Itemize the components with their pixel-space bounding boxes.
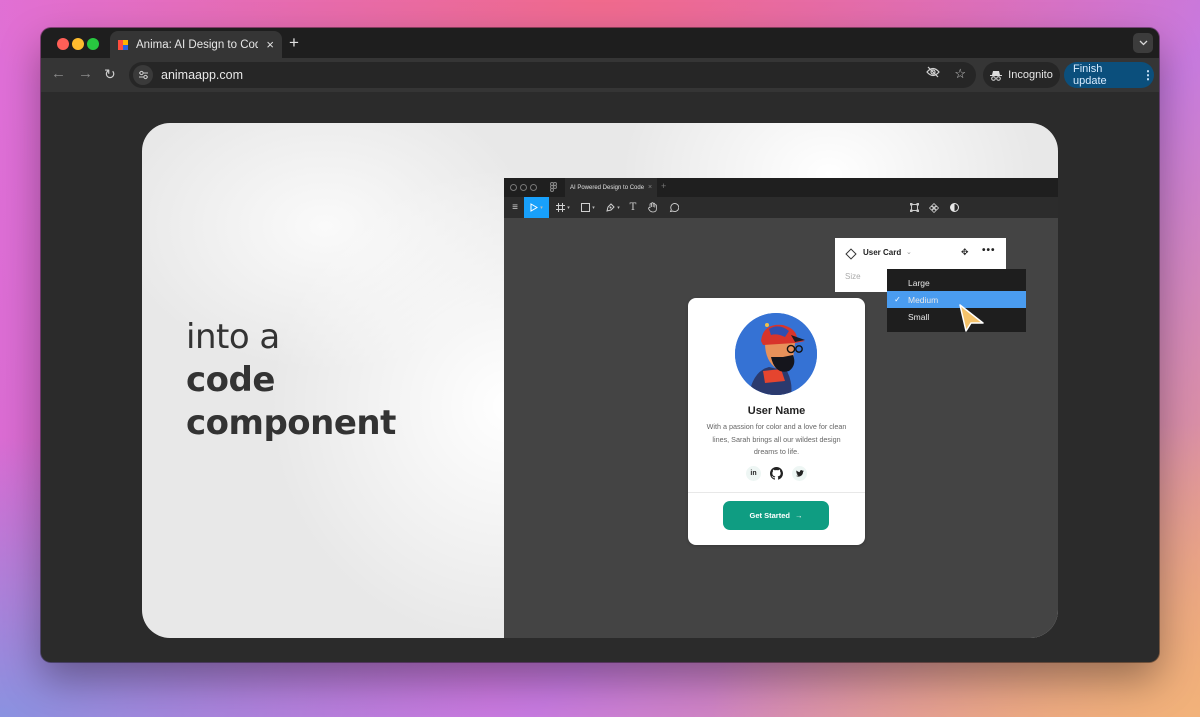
url-text[interactable]: animaapp.com	[161, 68, 243, 82]
browser-window: Anima: AI Design to Code | Fig × + ← → ↻…	[41, 28, 1159, 662]
figma-titlebar: AI Powered Design to Code × +	[504, 178, 1058, 197]
chevron-down-icon	[1139, 40, 1147, 46]
figma-new-tab-icon[interactable]: +	[661, 181, 666, 191]
card-divider	[688, 492, 865, 493]
page-viewport: into a code component AI Powered Design …	[41, 92, 1159, 662]
figma-logo-icon	[550, 182, 557, 194]
frame-icon	[556, 203, 566, 212]
hero-line-code: code	[186, 360, 275, 400]
finish-update-button[interactable]: Finish update ⋮	[1064, 62, 1154, 88]
minimize-window-button[interactable]	[72, 38, 84, 50]
arrow-right-icon: →	[794, 511, 803, 520]
finish-update-label: Finish update	[1073, 63, 1107, 87]
tab-search-button[interactable]	[1133, 33, 1153, 53]
reload-button[interactable]: ↻	[104, 66, 116, 83]
social-links: in	[688, 466, 865, 481]
incognito-label: Incognito	[1008, 69, 1053, 81]
incognito-icon	[990, 70, 1003, 81]
browser-tab-active[interactable]: Anima: AI Design to Code | Fig ×	[110, 31, 282, 58]
component-frame-icon[interactable]	[907, 197, 921, 218]
more-menu-icon[interactable]: ⋮	[1142, 68, 1154, 82]
hero-line-component: component	[186, 403, 396, 443]
hand-tool-icon[interactable]	[646, 197, 660, 218]
size-property-label: Size	[845, 272, 861, 281]
anima-favicon-icon	[118, 39, 128, 50]
figma-tab-close-icon[interactable]: ×	[648, 184, 652, 191]
twitter-icon[interactable]	[792, 466, 807, 481]
component-instance-icon	[845, 248, 857, 260]
new-tab-button[interactable]: +	[289, 33, 299, 53]
option-label: Medium	[908, 294, 939, 305]
user-card: User Name With a passion for color and a…	[688, 298, 865, 545]
figma-file-title: AI Powered Design to Code	[570, 184, 645, 191]
github-icon[interactable]	[769, 466, 784, 481]
components-icon[interactable]	[927, 197, 941, 218]
hero-heading: into a code component	[186, 316, 396, 445]
back-button[interactable]: ←	[51, 65, 66, 82]
user-name: User Name	[747, 405, 806, 417]
figma-window-dot	[530, 184, 537, 191]
pen-icon	[606, 203, 615, 212]
incognito-button[interactable]: Incognito	[983, 62, 1060, 88]
get-started-label: Get Started	[749, 511, 790, 520]
tab-close-icon[interactable]: ×	[266, 37, 274, 52]
comment-tool-icon[interactable]	[667, 197, 681, 218]
chevron-down-icon[interactable]: ⌄	[906, 248, 912, 256]
mouse-cursor-icon	[959, 304, 984, 332]
pen-tool-button[interactable]: ▾	[603, 197, 623, 218]
site-info-icon[interactable]	[133, 65, 153, 85]
tab-title: Anima: AI Design to Code | Fig	[136, 38, 259, 51]
address-bar[interactable]: animaapp.com ☆	[129, 62, 976, 88]
move-tool-button[interactable]: ▾	[524, 197, 549, 218]
figma-editor-mockup: AI Powered Design to Code × + ≡ ▾ ▾ ▾ ▾ …	[504, 178, 1058, 638]
more-options-icon[interactable]: •••	[982, 245, 996, 256]
figma-toolbar: ≡ ▾ ▾ ▾ ▾ T	[504, 197, 1058, 218]
rectangle-icon	[581, 203, 591, 212]
get-started-button[interactable]: Get Started →	[723, 501, 829, 530]
go-to-main-component-icon[interactable]: ✥	[961, 247, 969, 258]
user-bio: With a passion for color and a love for …	[706, 422, 847, 456]
hero-section: into a code component AI Powered Design …	[142, 123, 1058, 638]
option-label: Large	[908, 277, 930, 288]
bookmark-star-icon[interactable]: ☆	[954, 66, 966, 82]
component-name[interactable]: User Card	[863, 248, 901, 257]
pointer-icon	[530, 203, 539, 212]
option-label: Small	[908, 311, 930, 322]
browser-toolbar: ← → ↻ animaapp.com ☆ Incognito Finish up…	[41, 58, 1159, 92]
linkedin-icon[interactable]: in	[746, 466, 761, 481]
frame-tool-button[interactable]: ▾	[553, 197, 573, 218]
contrast-icon[interactable]	[947, 197, 961, 218]
user-avatar	[735, 313, 817, 395]
shape-tool-button[interactable]: ▾	[578, 197, 598, 218]
forward-button[interactable]: →	[78, 65, 93, 82]
figma-window-dot	[520, 184, 527, 191]
figma-window-dot	[510, 184, 517, 191]
close-window-button[interactable]	[57, 38, 69, 50]
hero-line-into-a: into a	[186, 317, 280, 357]
avatar-illustration	[735, 313, 817, 395]
maximize-window-button[interactable]	[87, 38, 99, 50]
browser-titlebar: Anima: AI Design to Code | Fig × +	[41, 28, 1159, 58]
text-tool-icon[interactable]: T	[627, 197, 639, 218]
hamburger-menu-icon[interactable]: ≡	[508, 197, 522, 218]
figma-file-tab[interactable]: AI Powered Design to Code ×	[565, 178, 657, 197]
check-icon: ✓	[894, 295, 901, 304]
size-option-large[interactable]: Large	[887, 274, 1026, 291]
eye-off-icon[interactable]	[926, 66, 941, 82]
